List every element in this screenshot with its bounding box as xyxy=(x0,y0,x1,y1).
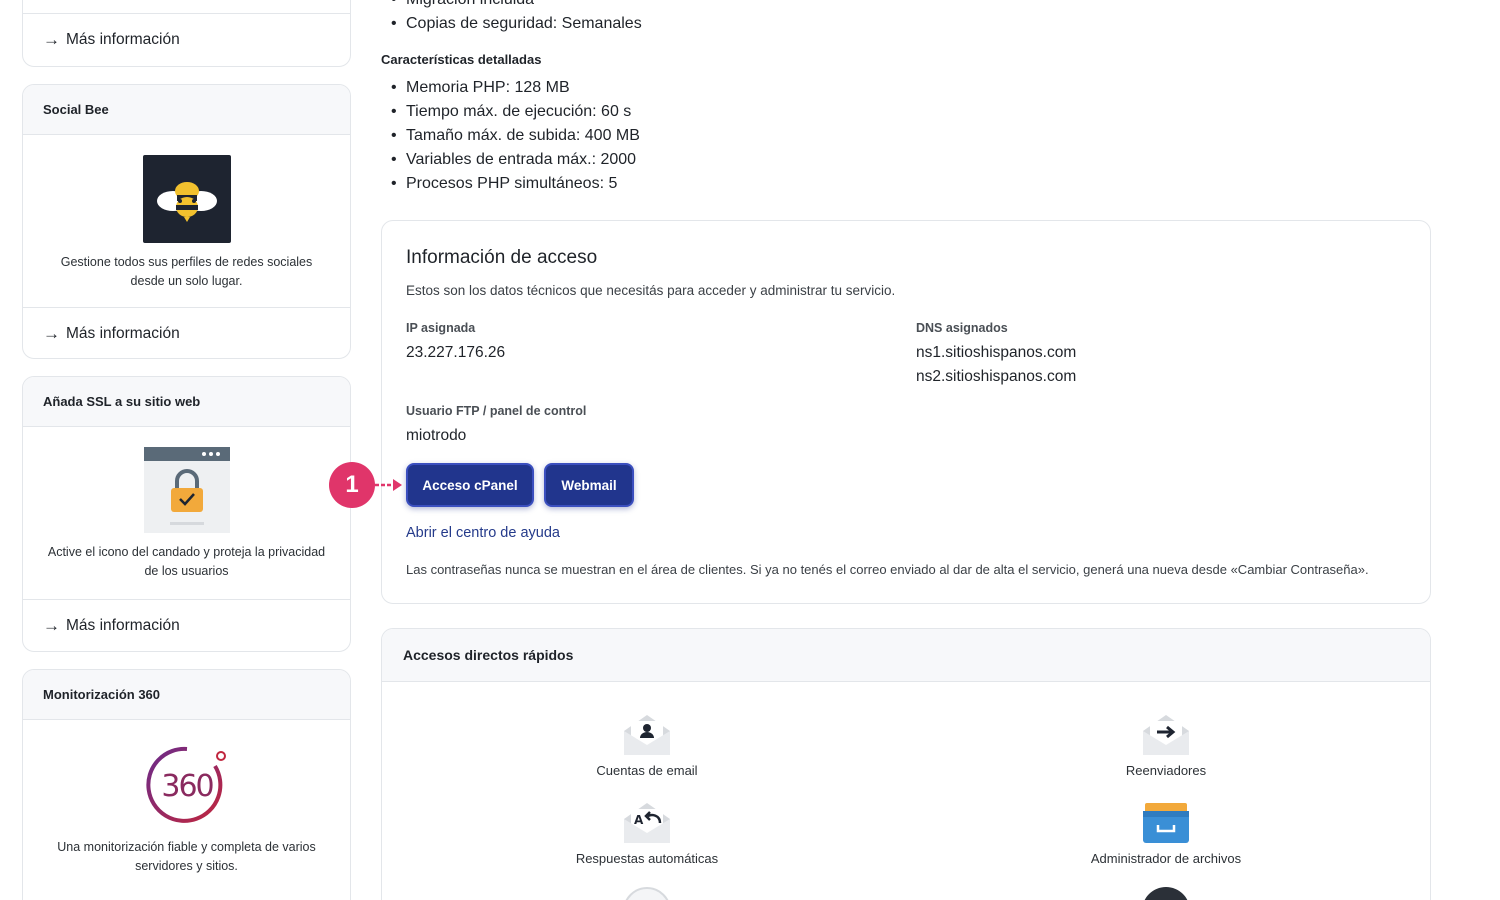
card-description: Active el icono del candado y proteja la… xyxy=(47,545,326,578)
list-item: Migración incluida xyxy=(391,0,642,12)
list-item: Tiempo máx. de ejecución: 60 s xyxy=(391,100,640,124)
arrow-right-icon: → xyxy=(43,324,60,343)
step-badge: 1 xyxy=(329,462,375,508)
shortcut-partial-icon[interactable] xyxy=(1142,887,1190,900)
access-info-title: Información de acceso xyxy=(406,247,598,268)
quick-shortcuts-panel: Accesos directos rápidos Cuentas de emai… xyxy=(381,628,1431,900)
shortcut-label: Cuentas de email xyxy=(596,763,698,778)
sidebar-card-social-bee: Social Bee Gestione todos sus perfiles d… xyxy=(22,84,351,359)
quick-shortcuts-title: Accesos directos rápidos xyxy=(382,629,1430,682)
monitoring-360-logo: 360 xyxy=(143,742,231,828)
shortcut-label: Administrador de archivos xyxy=(1090,851,1242,866)
list-item: Memoria PHP: 128 MB xyxy=(391,76,640,100)
ip-value: 23.227.176.26 xyxy=(406,344,506,361)
autoresponders-icon: A xyxy=(624,803,670,843)
dns-label: DNS asignados xyxy=(916,321,1008,335)
email-accounts-icon xyxy=(624,715,670,755)
access-info-description: Estos son los datos técnicos que necesit… xyxy=(406,283,896,298)
detailed-features-heading: Características detalladas xyxy=(381,52,542,67)
sidebar-card-monitoring: Monitorización 360 360 Una monitorizació… xyxy=(22,669,351,900)
social-bee-logo xyxy=(142,155,231,243)
ip-label: IP asignada xyxy=(406,321,476,335)
help-center-link[interactable]: Abrir el centro de ayuda xyxy=(406,525,560,541)
dns-value-1: ns1.sitioshispanos.com xyxy=(916,344,1077,361)
list-item: Tamaño máx. de subida: 400 MB xyxy=(391,124,640,148)
forwarders-icon xyxy=(1143,715,1189,755)
arrow-right-icon: → xyxy=(43,30,60,49)
more-info-link[interactable]: → Más información xyxy=(23,599,350,651)
webmail-button[interactable]: Webmail xyxy=(544,463,634,507)
detailed-features-list: Memoria PHP: 128 MB Tiempo máx. de ejecu… xyxy=(391,76,640,196)
more-info-link[interactable]: → Más información xyxy=(23,307,350,358)
sidebar-card-previous: → Más información xyxy=(22,0,351,67)
step-arrow-icon xyxy=(375,479,402,491)
card-title: Añada SSL a su sitio web xyxy=(23,377,350,427)
sidebar-card-ssl: Añada SSL a su sitio web Active el icono… xyxy=(22,376,351,652)
card-description: Una monitorización fiable y completa de … xyxy=(57,840,316,873)
list-item: Procesos PHP simultáneos: 5 xyxy=(391,172,640,196)
more-info-link[interactable]: → Más información xyxy=(23,13,350,66)
card-title: Social Bee xyxy=(23,85,350,135)
ftp-user-value: miotrodo xyxy=(406,427,467,444)
dns-value-2: ns2.sitioshispanos.com xyxy=(916,368,1077,385)
shortcut-label: Respuestas automáticas xyxy=(575,851,719,866)
shortcut-label: Reenviadores xyxy=(1125,763,1207,778)
access-info-panel: Información de acceso Estos son los dato… xyxy=(381,220,1431,604)
shortcut-partial-icon[interactable] xyxy=(623,887,671,900)
plan-features-list: Migración incluida Copias de seguridad: … xyxy=(391,0,642,36)
password-note: Las contraseñas nunca se muestran en el … xyxy=(406,562,1369,577)
ftp-user-label: Usuario FTP / panel de control xyxy=(406,404,587,418)
logo-360-text: 360 xyxy=(161,769,213,804)
file-manager-icon xyxy=(1143,803,1189,843)
card-description: Gestione todos sus perfiles de redes soc… xyxy=(60,255,313,288)
arrow-right-icon: → xyxy=(43,616,60,635)
shortcut-forwarders[interactable]: Reenviadores xyxy=(1036,713,1296,778)
list-item: Copias de seguridad: Semanales xyxy=(391,12,642,36)
ssl-padlock-icon xyxy=(143,447,230,533)
shortcut-email-accounts[interactable]: Cuentas de email xyxy=(517,713,777,778)
card-title: Monitorización 360 xyxy=(23,670,350,720)
cpanel-access-button[interactable]: Acceso cPanel xyxy=(406,463,534,507)
shortcut-file-manager[interactable]: Administrador de archivos xyxy=(1036,801,1296,866)
list-item: Variables de entrada máx.: 2000 xyxy=(391,148,640,172)
shortcut-autoresponders[interactable]: A Respuestas automáticas xyxy=(517,801,777,866)
svg-text:A: A xyxy=(634,813,644,827)
